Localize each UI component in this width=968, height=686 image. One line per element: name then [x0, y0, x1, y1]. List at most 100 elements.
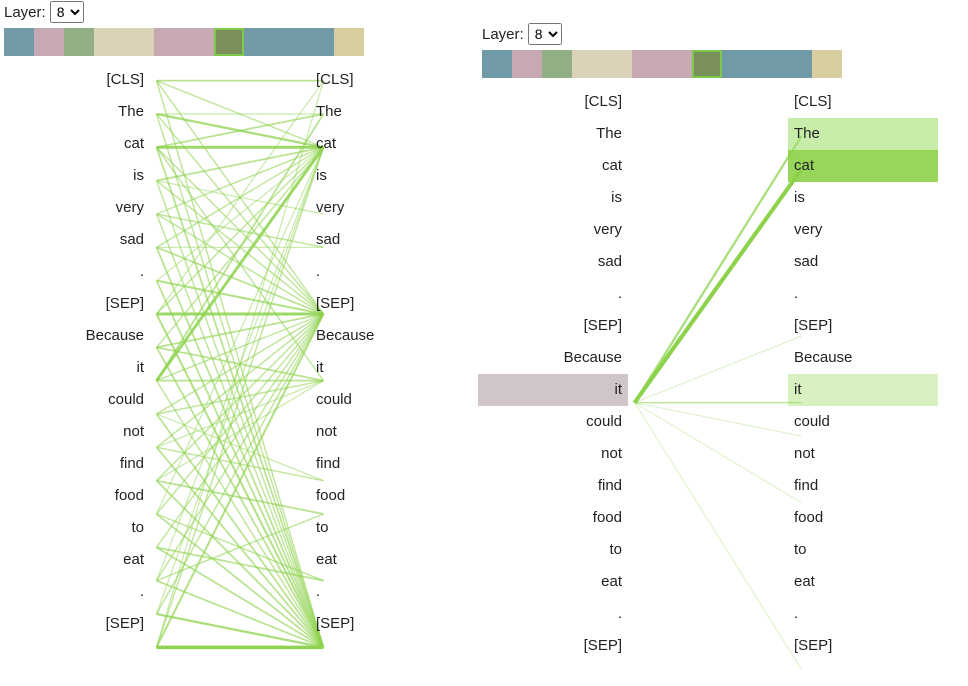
token[interactable]: is: [788, 182, 938, 214]
head-swatch[interactable]: [244, 28, 274, 56]
head-swatch[interactable]: [4, 28, 34, 56]
token[interactable]: [SEP]: [0, 288, 150, 320]
token[interactable]: find: [310, 448, 460, 480]
token[interactable]: very: [310, 192, 460, 224]
head-swatch[interactable]: [184, 28, 214, 56]
token[interactable]: to: [310, 512, 460, 544]
head-swatch[interactable]: [64, 28, 94, 56]
token[interactable]: find: [788, 470, 938, 502]
token[interactable]: find: [478, 470, 628, 502]
head-swatch[interactable]: [34, 28, 64, 56]
token[interactable]: [CLS]: [310, 64, 460, 96]
token[interactable]: is: [0, 160, 150, 192]
token[interactable]: it: [0, 352, 150, 384]
token[interactable]: Because: [478, 342, 628, 374]
token[interactable]: not: [478, 438, 628, 470]
token[interactable]: sad: [788, 246, 938, 278]
token[interactable]: .: [310, 256, 460, 288]
token[interactable]: .: [788, 278, 938, 310]
head-swatch[interactable]: [214, 28, 244, 56]
token[interactable]: not: [0, 416, 150, 448]
token[interactable]: not: [310, 416, 460, 448]
head-swatch[interactable]: [782, 50, 812, 78]
head-swatch[interactable]: [482, 50, 512, 78]
token[interactable]: to: [478, 534, 628, 566]
token[interactable]: cat: [310, 128, 460, 160]
token[interactable]: [SEP]: [310, 608, 460, 640]
token[interactable]: could: [310, 384, 460, 416]
head-swatches[interactable]: [4, 28, 480, 56]
token[interactable]: could: [788, 406, 938, 438]
head-swatch[interactable]: [632, 50, 662, 78]
token[interactable]: food: [310, 480, 460, 512]
token[interactable]: [SEP]: [478, 310, 628, 342]
token[interactable]: eat: [478, 566, 628, 598]
token[interactable]: food: [0, 480, 150, 512]
head-swatch[interactable]: [274, 28, 304, 56]
layer-select[interactable]: 8: [528, 23, 562, 45]
token[interactable]: [CLS]: [788, 86, 938, 118]
token[interactable]: .: [788, 598, 938, 630]
head-swatch[interactable]: [662, 50, 692, 78]
token[interactable]: could: [478, 406, 628, 438]
token[interactable]: .: [0, 576, 150, 608]
token[interactable]: [CLS]: [0, 64, 150, 96]
token[interactable]: very: [478, 214, 628, 246]
token[interactable]: Because: [310, 320, 460, 352]
token[interactable]: it: [478, 374, 628, 406]
token[interactable]: .: [310, 576, 460, 608]
token[interactable]: it: [310, 352, 460, 384]
layer-select[interactable]: 8: [50, 1, 84, 23]
token[interactable]: eat: [788, 566, 938, 598]
token[interactable]: food: [788, 502, 938, 534]
head-swatch[interactable]: [334, 28, 364, 56]
token[interactable]: The: [310, 96, 460, 128]
token[interactable]: The: [478, 118, 628, 150]
token[interactable]: could: [0, 384, 150, 416]
head-swatch[interactable]: [94, 28, 124, 56]
token[interactable]: eat: [0, 544, 150, 576]
token[interactable]: sad: [478, 246, 628, 278]
token[interactable]: eat: [310, 544, 460, 576]
token[interactable]: sad: [310, 224, 460, 256]
head-swatch[interactable]: [572, 50, 602, 78]
token[interactable]: food: [478, 502, 628, 534]
head-swatch[interactable]: [124, 28, 154, 56]
token[interactable]: [CLS]: [478, 86, 628, 118]
token[interactable]: to: [0, 512, 150, 544]
head-swatch[interactable]: [812, 50, 842, 78]
token[interactable]: to: [788, 534, 938, 566]
token[interactable]: [SEP]: [310, 288, 460, 320]
token[interactable]: .: [478, 278, 628, 310]
head-swatch[interactable]: [154, 28, 184, 56]
token[interactable]: [SEP]: [788, 310, 938, 342]
token[interactable]: find: [0, 448, 150, 480]
token[interactable]: Because: [0, 320, 150, 352]
token[interactable]: The: [788, 118, 938, 150]
token[interactable]: [SEP]: [478, 630, 628, 662]
token[interactable]: cat: [0, 128, 150, 160]
token[interactable]: is: [478, 182, 628, 214]
head-swatches[interactable]: [482, 50, 958, 78]
token[interactable]: cat: [478, 150, 628, 182]
token[interactable]: .: [478, 598, 628, 630]
token[interactable]: sad: [0, 224, 150, 256]
token[interactable]: very: [788, 214, 938, 246]
head-swatch[interactable]: [692, 50, 722, 78]
token[interactable]: .: [0, 256, 150, 288]
token[interactable]: is: [310, 160, 460, 192]
head-swatch[interactable]: [752, 50, 782, 78]
head-swatch[interactable]: [722, 50, 752, 78]
head-swatch[interactable]: [602, 50, 632, 78]
token[interactable]: not: [788, 438, 938, 470]
token[interactable]: [SEP]: [0, 608, 150, 640]
token[interactable]: cat: [788, 150, 938, 182]
token[interactable]: [SEP]: [788, 630, 938, 662]
head-swatch[interactable]: [542, 50, 572, 78]
head-swatch[interactable]: [304, 28, 334, 56]
head-swatch[interactable]: [512, 50, 542, 78]
token[interactable]: very: [0, 192, 150, 224]
token[interactable]: Because: [788, 342, 938, 374]
token[interactable]: it: [788, 374, 938, 406]
token[interactable]: The: [0, 96, 150, 128]
